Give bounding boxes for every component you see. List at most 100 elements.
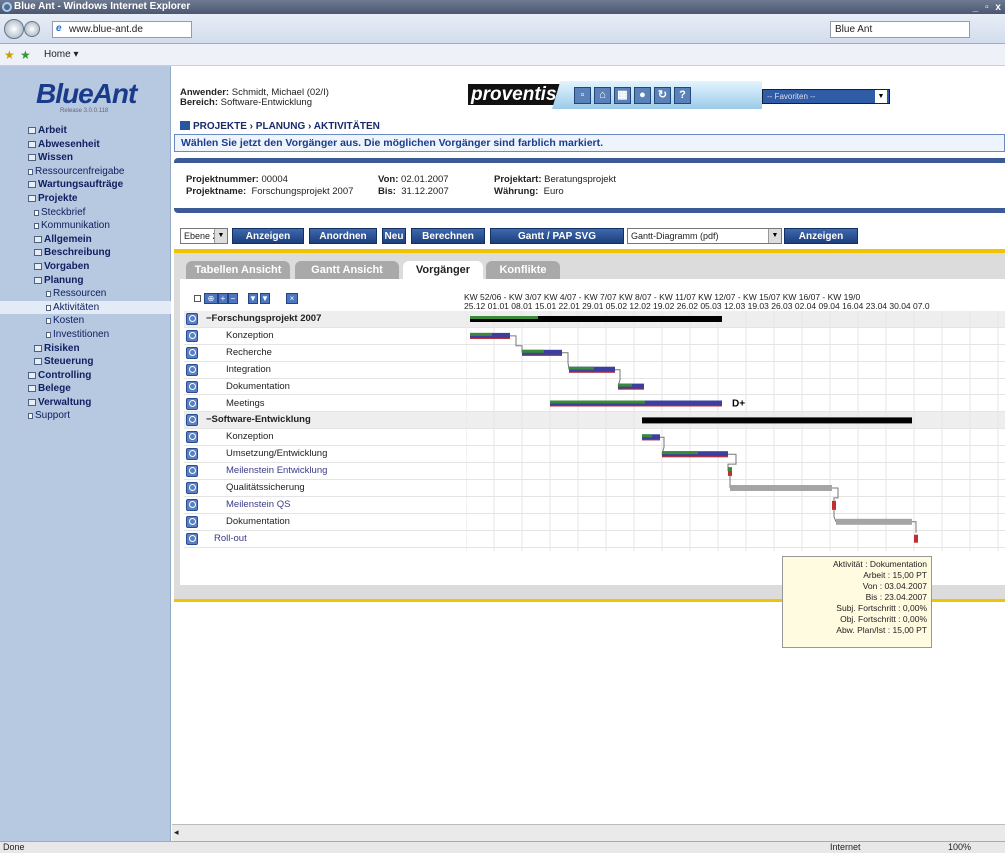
details-search-icon[interactable] xyxy=(186,380,198,393)
close-icon[interactable]: × xyxy=(286,293,298,304)
task-bar-konzeption-sw-baseline[interactable] xyxy=(642,439,660,441)
sidebar-item-ressourcen[interactable]: Ressourcen xyxy=(0,287,171,301)
logout-icon[interactable]: ↻ xyxy=(654,87,671,104)
sidebar-item-controlling[interactable]: Controlling xyxy=(0,369,171,383)
sidebar-item-verwaltung[interactable]: Verwaltung xyxy=(0,396,171,410)
sidebar-item-projekte[interactable]: Projekte xyxy=(0,192,171,206)
sidebar-item-support[interactable]: Support xyxy=(0,409,171,423)
back-icon[interactable] xyxy=(4,19,24,39)
help-icon[interactable]: ? xyxy=(674,87,691,104)
task-bar-recherche-progress[interactable] xyxy=(522,349,544,353)
url-input[interactable]: www.blue-ant.de xyxy=(52,21,192,38)
task-bar-dokumentation-progress[interactable] xyxy=(618,383,632,387)
details-search-icon[interactable] xyxy=(186,465,198,478)
details-search-icon[interactable] xyxy=(186,329,198,342)
tab-table-view[interactable]: Tabellen Ansicht xyxy=(186,261,290,279)
window-controls[interactable]: _ ▫ x xyxy=(973,1,1003,15)
task-bar-integration-baseline[interactable] xyxy=(569,371,615,373)
details-search-icon[interactable] xyxy=(186,414,198,427)
task-bar-konzeption-baseline[interactable] xyxy=(470,337,510,339)
filter-icon[interactable]: ▼ xyxy=(248,293,258,304)
task-bar-konzeption-progress[interactable] xyxy=(470,332,492,336)
row-label: Recherche xyxy=(226,346,272,358)
filter2-icon[interactable]: ▼ xyxy=(260,293,270,304)
blueant-logo: BlueAnt xyxy=(36,78,137,109)
zoom-out-icon[interactable]: − xyxy=(228,293,238,304)
task-bar-meetings-baseline[interactable] xyxy=(550,405,722,407)
favorites-star-icon[interactable]: ★ xyxy=(4,44,15,66)
sidebar-item-wartungsaufträge[interactable]: Wartungsaufträge xyxy=(0,178,171,192)
task-bar-integration-progress[interactable] xyxy=(569,366,594,370)
user-icon[interactable]: ● xyxy=(634,87,651,104)
details-search-icon[interactable] xyxy=(186,482,198,494)
sidebar-item-belege[interactable]: Belege xyxy=(0,382,171,396)
calendar-icon[interactable]: ▦ xyxy=(614,87,631,104)
zoom-in-icon[interactable]: + xyxy=(218,293,228,304)
sidebar-item-investitionen[interactable]: Investitionen xyxy=(0,328,171,342)
milestone-qs[interactable] xyxy=(832,500,836,510)
sidebar-item-risiken[interactable]: Risiken xyxy=(0,342,171,356)
task-bar-konzeption-sw-progress[interactable] xyxy=(642,434,652,438)
search-input[interactable]: Blue Ant xyxy=(830,21,970,38)
sidebar-item-planung[interactable]: Planung xyxy=(0,274,171,288)
task-bar-meetings-progress[interactable] xyxy=(550,400,645,404)
summary-progress[interactable] xyxy=(470,316,538,319)
milestone-rollout[interactable] xyxy=(914,534,918,543)
sidebar-item-kommunikation[interactable]: Kommunikation xyxy=(0,219,171,233)
show-pdf-button[interactable]: Anzeigen xyxy=(784,228,858,244)
details-search-icon[interactable] xyxy=(186,313,198,325)
summary-bar[interactable] xyxy=(642,417,912,424)
level-select[interactable]: Ebene 2 xyxy=(180,228,228,244)
sidebar-item-kosten[interactable]: Kosten xyxy=(0,314,171,328)
task-bar-dokumentation-baseline[interactable] xyxy=(618,388,644,390)
details-search-icon[interactable] xyxy=(186,431,198,444)
sidebar-item-steuerung[interactable]: Steuerung xyxy=(0,355,171,369)
add-favorite-icon[interactable]: ★ xyxy=(20,44,31,66)
task-bar-umsetzung-baseline[interactable] xyxy=(662,456,728,458)
favorites-select[interactable]: -- Favoriten -- xyxy=(762,89,890,104)
sidebar-item-beschreibung[interactable]: Beschreibung xyxy=(0,246,171,260)
home-button[interactable]: Home ▾ xyxy=(44,44,78,66)
home-icon[interactable]: ⌂ xyxy=(594,87,611,104)
monitor-icon[interactable]: ▫ xyxy=(574,87,591,104)
task-bar-umsetzung-progress[interactable] xyxy=(662,451,698,455)
details-search-icon[interactable] xyxy=(186,448,198,461)
sidebar-nav: Arbeit Abwesenheit Wissen Ressourcenfreigab… xyxy=(0,124,171,423)
details-search-icon[interactable] xyxy=(186,532,198,545)
tab-conflicts[interactable]: Konflikte xyxy=(486,261,560,279)
task-bar-recherche-baseline[interactable] xyxy=(522,354,562,356)
calculate-button[interactable]: Berechnen xyxy=(411,228,485,244)
task-bar-qs[interactable] xyxy=(730,485,832,491)
sidebar-item-ressourcenfreigabe[interactable]: Ressourcenfreigabe xyxy=(0,165,171,179)
details-search-icon[interactable] xyxy=(186,498,198,511)
scroll-left-icon[interactable]: ◂ xyxy=(174,827,179,838)
horizontal-scrollbar[interactable]: ◂ xyxy=(172,824,1005,841)
sidebar-item-label: Belege xyxy=(38,383,71,395)
sidebar-item-vorgaben[interactable]: Vorgaben xyxy=(0,260,171,274)
sidebar-item-label: Arbeit xyxy=(38,125,67,136)
row-label: Qualitätssicherung xyxy=(226,482,305,493)
zoom-level[interactable]: 100% xyxy=(948,842,971,853)
details-search-icon[interactable] xyxy=(186,515,198,528)
details-search-icon[interactable] xyxy=(186,363,198,376)
show-button[interactable]: Anzeigen xyxy=(232,228,304,244)
select-all-checkbox[interactable] xyxy=(194,295,201,302)
sidebar-item-wissen[interactable]: Wissen xyxy=(0,151,171,165)
sidebar-item-abwesenheit[interactable]: Abwesenheit xyxy=(0,138,171,152)
milestone-entwicklung-mark[interactable] xyxy=(728,471,732,476)
task-bar-dokumentation-sw[interactable] xyxy=(836,518,912,525)
tab-gantt-view[interactable]: Gantt Ansicht xyxy=(295,261,399,279)
sidebar-item-aktivitäten[interactable]: Aktivitäten xyxy=(0,300,171,315)
format-select[interactable]: Gantt-Diagramm (pdf) xyxy=(627,228,782,244)
gantt-svg-button[interactable]: Gantt / PAP SVG xyxy=(490,228,624,244)
sidebar-item-arbeit[interactable]: Arbeit xyxy=(0,124,171,138)
details-search-icon[interactable] xyxy=(186,346,198,359)
arrange-button[interactable]: Anordnen xyxy=(309,228,377,244)
forward-icon[interactable] xyxy=(24,21,40,37)
new-button[interactable]: Neu xyxy=(382,228,406,244)
zoom-icon[interactable]: ⊕ xyxy=(204,293,218,304)
details-search-icon[interactable] xyxy=(186,397,198,410)
sidebar-item-steckbrief[interactable]: Steckbrief xyxy=(0,206,171,220)
tab-predecessor[interactable]: Vorgänger xyxy=(403,261,483,279)
sidebar-item-allgemein[interactable]: Allgemein xyxy=(0,233,171,247)
